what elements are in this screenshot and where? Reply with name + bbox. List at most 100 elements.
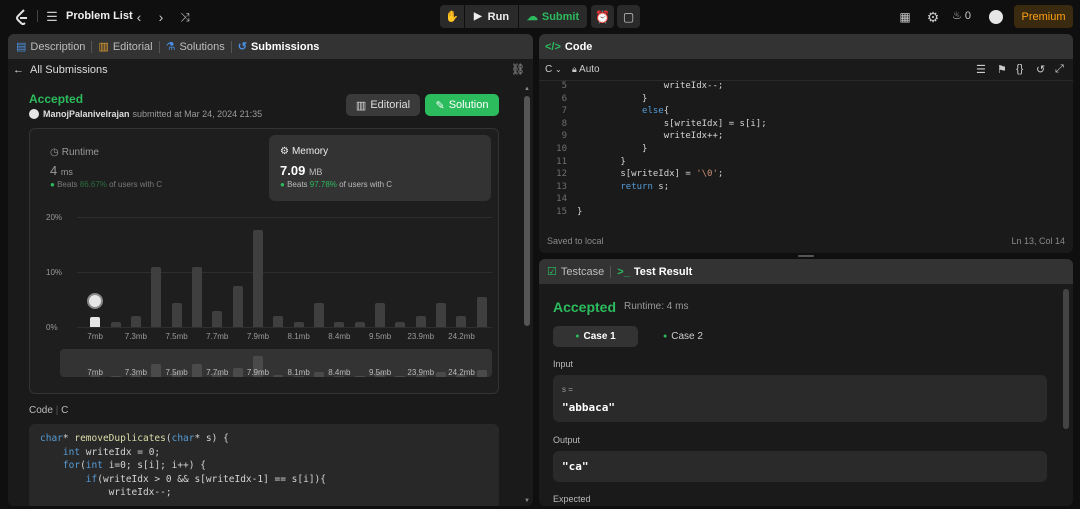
memory-card[interactable]: ⚙ Memory 7.09 MB ● Beats 97.78% of users …: [269, 135, 491, 201]
case-1-tab[interactable]: ● Case 1: [553, 326, 638, 347]
chart-bar[interactable]: [252, 229, 263, 327]
runtime-card[interactable]: ◷ Runtime 4 ms ● Beats 86.67% of users wi…: [38, 135, 260, 201]
code-line: return s;: [620, 181, 670, 192]
alarm-clock-icon[interactable]: ⏰: [591, 5, 614, 28]
reset-icon[interactable]: ↺: [1036, 63, 1045, 76]
chart-bar[interactable]: [456, 316, 467, 327]
x-tick-label: 8.1mb: [287, 332, 310, 341]
chart-bar[interactable]: [293, 321, 304, 327]
chart-bar[interactable]: [130, 316, 141, 327]
code-line: writeIdx--;: [577, 81, 724, 91]
tab-code[interactable]: </> Code: [539, 41, 598, 53]
next-problem-icon[interactable]: ›: [150, 6, 172, 28]
premium-button[interactable]: Premium: [1014, 5, 1073, 28]
problem-list-icon[interactable]: ☰: [44, 9, 60, 25]
format-icon[interactable]: ☰: [976, 63, 986, 76]
chart-bar[interactable]: [375, 303, 386, 327]
scroll-thumb[interactable]: [524, 96, 530, 326]
chart-bar[interactable]: [314, 303, 325, 327]
lock-icon: 🔒︎: [572, 64, 577, 74]
line-number: 10: [556, 144, 567, 154]
code-line: else{: [642, 106, 670, 117]
overview-bar: [395, 375, 406, 377]
language-select[interactable]: C ⌄: [545, 64, 562, 75]
result-scrollbar[interactable]: [1063, 289, 1069, 429]
left-scrollbar[interactable]: ▲ ▼: [522, 86, 532, 506]
user-avatar[interactable]: [989, 10, 1003, 24]
y-tick-label: 20%: [46, 213, 63, 222]
braces-icon[interactable]: {}: [1016, 63, 1023, 75]
code-line: s[writeIdx] = '\0';: [577, 169, 724, 180]
bookmark-icon[interactable]: ⚑: [997, 63, 1007, 76]
chart-bar[interactable]: [334, 321, 345, 327]
x-tick-label: 8.4mb: [328, 332, 351, 341]
scroll-down-arrow[interactable]: ▼: [524, 498, 530, 504]
x-tick-label: 9.5mb: [368, 332, 392, 341]
overview-bar: [273, 374, 284, 377]
run-button[interactable]: ▶ Run: [465, 5, 518, 28]
back-to-all-submissions[interactable]: ← All Submissions: [13, 64, 108, 76]
autocomplete-toggle[interactable]: 🔒︎ Auto: [572, 64, 600, 75]
scroll-up-arrow[interactable]: ▲: [524, 86, 530, 92]
tab-submissions[interactable]: ↺ Submissions: [232, 40, 326, 54]
chart-bar[interactable]: [191, 266, 202, 327]
code-line: writeIdx++;: [577, 131, 724, 142]
layout-grid-icon[interactable]: ▦: [894, 6, 916, 28]
pass-dot-icon: ●: [575, 333, 580, 340]
share-link-icon[interactable]: ⛓: [511, 63, 525, 76]
chart-bar[interactable]: [90, 317, 101, 327]
chart-bar[interactable]: [232, 285, 243, 327]
editorial-button[interactable]: ▥ Editorial: [346, 94, 420, 116]
submit-button[interactable]: ☁ Submit: [519, 5, 587, 28]
code-tab-bar: </> Code: [539, 34, 1073, 59]
problem-list-link[interactable]: Problem List: [66, 10, 133, 22]
chart-bar[interactable]: [171, 303, 182, 327]
expected-label: Expected: [553, 494, 591, 504]
output-value: "ca": [562, 460, 589, 473]
chart-bar[interactable]: [415, 316, 426, 327]
x-tick-label: 23.9mb: [407, 332, 435, 341]
code-editor[interactable]: 5 writeIdx--; 6 } 7 else{8 s[writeIdx] = s…: [539, 81, 1073, 226]
prev-problem-icon[interactable]: ‹: [128, 6, 150, 28]
solution-button[interactable]: ✎ Solution: [425, 94, 499, 116]
x-tick-label: 7.5mb: [165, 332, 188, 341]
streak-counter[interactable]: ♨ 0: [952, 9, 971, 23]
leetcode-logo[interactable]: [14, 8, 30, 26]
chart-bar[interactable]: [476, 296, 487, 327]
chart-bar[interactable]: [354, 321, 365, 327]
overview-bar: [354, 375, 365, 377]
overview-bar: [314, 371, 325, 377]
clock-icon: ◷: [50, 147, 59, 158]
code-line: for(int i=0; s[i]; i++) {: [62, 460, 206, 471]
chart-bar[interactable]: [436, 303, 447, 327]
chart-bar[interactable]: [151, 266, 162, 327]
settings-gear-icon[interactable]: ⚙: [922, 6, 944, 28]
line-number: 5: [561, 81, 567, 91]
chart-bar[interactable]: [110, 321, 121, 327]
fullscreen-icon[interactable]: ⤢: [1055, 63, 1064, 76]
chart-bar[interactable]: [273, 316, 284, 327]
shuffle-icon[interactable]: ⤨: [174, 6, 196, 28]
line-number: 8: [561, 118, 567, 129]
memory-label: ⚙ Memory: [280, 146, 329, 157]
overview-tick-label: 7.9mb: [246, 368, 270, 377]
chart-bar[interactable]: [212, 310, 223, 327]
tab-editorial[interactable]: ▥ Editorial: [92, 40, 158, 54]
my-submission-marker: [87, 293, 104, 310]
submission-meta: ManojPalanivelrajan submitted at Mar 24,…: [29, 109, 262, 119]
cloud-upload-icon: ☁: [526, 11, 538, 23]
username[interactable]: ManojPalanivelrajan: [43, 109, 130, 119]
tab-description[interactable]: ▤ Description: [8, 40, 91, 54]
chart-bar[interactable]: [395, 321, 406, 327]
case-2-tab[interactable]: ● Case 2: [644, 326, 722, 347]
tab-test-result[interactable]: >_ Test Result: [611, 266, 698, 278]
history-icon: ↺: [237, 41, 247, 53]
debug-button[interactable]: ✋: [440, 5, 464, 28]
overview-bar: [191, 363, 202, 377]
notes-icon[interactable]: ▢: [617, 5, 640, 28]
tab-testcase[interactable]: ☑ Testcase: [539, 265, 610, 279]
panel-resize-handle[interactable]: [798, 255, 814, 257]
user-avatar-small: [29, 109, 39, 119]
code-line: int writeIdx = 0;: [62, 446, 161, 458]
tab-solutions[interactable]: ⚗ Solutions: [160, 40, 231, 54]
